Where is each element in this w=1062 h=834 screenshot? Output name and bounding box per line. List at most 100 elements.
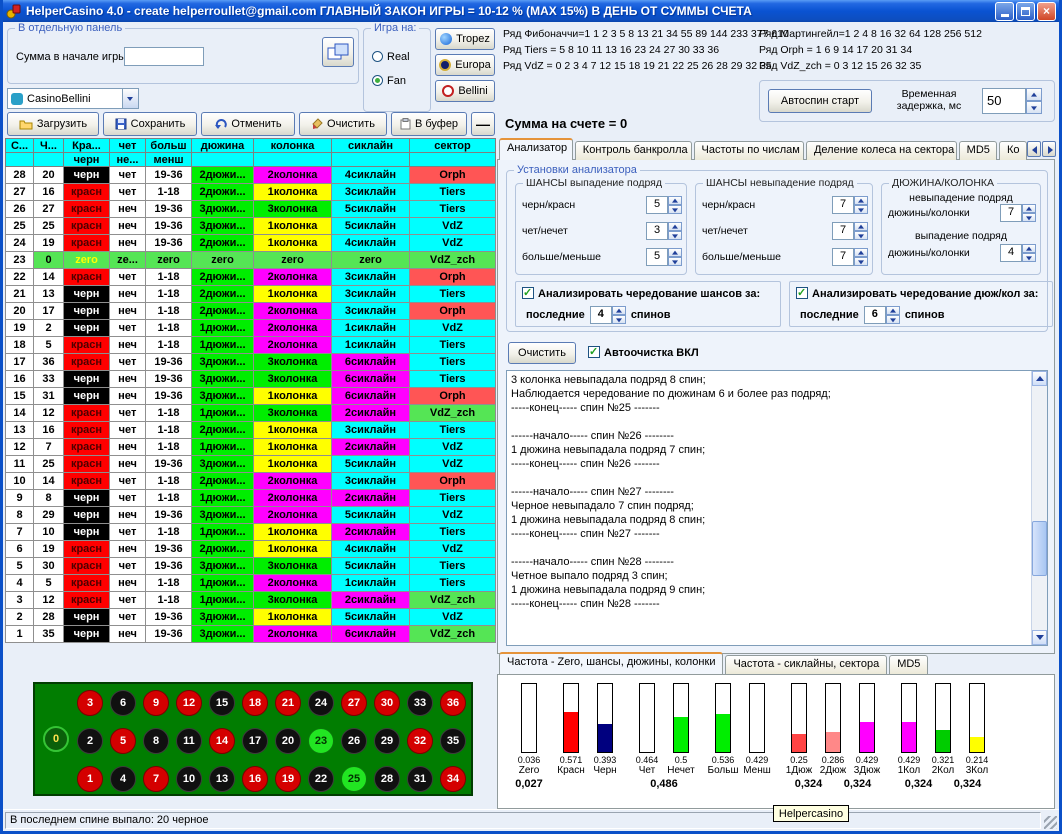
- title-bar[interactable]: HelperCasino 4.0 - create helperroullet@…: [3, 0, 1059, 22]
- delay-value[interactable]: 50: [982, 88, 1026, 114]
- spin-row[interactable]: 2820чернчет19-362дюжи...2колонка4сиклайн…: [6, 167, 496, 184]
- spin-row[interactable]: 619красннеч19-362дюжи...1колонка4сиклайн…: [6, 541, 496, 558]
- spin-row[interactable]: 192чернчет1-181дюжи...2колонка1сиклайнVd…: [6, 320, 496, 337]
- undo-button[interactable]: Отменить: [201, 112, 295, 136]
- delay-spin-up[interactable]: [1026, 88, 1042, 101]
- spin-row[interactable]: 1531черннеч19-363дюжи...1колонка6сиклайн…: [6, 388, 496, 405]
- board-number-10[interactable]: 10: [176, 766, 202, 792]
- board-number-24[interactable]: 24: [308, 690, 334, 716]
- board-number-34[interactable]: 34: [440, 766, 466, 792]
- board-number-18[interactable]: 18: [242, 690, 268, 716]
- analyzer-clear-button[interactable]: Очистить: [508, 342, 576, 364]
- board-number-17[interactable]: 17: [242, 728, 268, 754]
- board-number-35[interactable]: 35: [440, 728, 466, 754]
- board-number-27[interactable]: 27: [341, 690, 367, 716]
- scroll-thumb[interactable]: [1032, 521, 1047, 576]
- board-number-6[interactable]: 6: [110, 690, 136, 716]
- spin-row[interactable]: 1316краснчет1-182дюжи...1колонка3сиклайн…: [6, 422, 496, 439]
- board-number-14[interactable]: 14: [209, 728, 235, 754]
- board-number-33[interactable]: 33: [407, 690, 433, 716]
- freq-tab-0[interactable]: Частота - Zero, шансы, дюжины, колонки: [499, 652, 723, 674]
- log-scrollbar[interactable]: [1031, 371, 1047, 645]
- spin-row[interactable]: 2017черннеч1-182дюжи...2колонка3сиклайнO…: [6, 303, 496, 320]
- load-button[interactable]: Загрузить: [7, 112, 99, 136]
- board-number-25[interactable]: 25: [341, 766, 367, 792]
- spin-row[interactable]: 98чернчет1-181дюжи...2колонка2сиклайнTie…: [6, 490, 496, 507]
- save-button[interactable]: Сохранить: [103, 112, 197, 136]
- g2-cn-spinner[interactable]: 7: [832, 222, 868, 240]
- board-number-13[interactable]: 13: [209, 766, 235, 792]
- g2-bm-spinner[interactable]: 7: [832, 248, 868, 266]
- g1-cn-spinner[interactable]: 3: [646, 222, 682, 240]
- tab-scroll-left[interactable]: [1027, 141, 1041, 157]
- spin-row[interactable]: 2419красннеч19-362дюжи...1колонка4сиклай…: [6, 235, 496, 252]
- main-tab-0[interactable]: Анализатор: [499, 138, 573, 160]
- spin-row[interactable]: 2214краснчет1-182дюжи...2колонка3сиклайн…: [6, 269, 496, 286]
- freq-tab-2[interactable]: MD5: [889, 655, 928, 674]
- board-number-2[interactable]: 2: [77, 728, 103, 754]
- board-number-8[interactable]: 8: [143, 728, 169, 754]
- board-number-1[interactable]: 1: [77, 766, 103, 792]
- scroll-up-button[interactable]: [1032, 371, 1047, 386]
- board-number-11[interactable]: 11: [176, 728, 202, 754]
- spin-row[interactable]: 2113черннеч1-182дюжи...1колонка3сиклайнT…: [6, 286, 496, 303]
- last2-spinner[interactable]: 6: [864, 306, 900, 324]
- europa-button[interactable]: Europa: [435, 54, 495, 76]
- board-number-36[interactable]: 36: [440, 690, 466, 716]
- spin-row[interactable]: 1014краснчет1-182дюжи...2колонка3сиклайн…: [6, 473, 496, 490]
- board-number-31[interactable]: 31: [407, 766, 433, 792]
- main-tab-2[interactable]: Частоты по числам: [694, 141, 804, 160]
- delay-spinner[interactable]: 50: [982, 88, 1042, 114]
- main-tab-4[interactable]: MD5: [959, 141, 997, 160]
- board-number-21[interactable]: 21: [275, 690, 301, 716]
- board-number-30[interactable]: 30: [374, 690, 400, 716]
- spin-row[interactable]: 2716краснчет1-182дюжи...1колонка3сиклайн…: [6, 184, 496, 201]
- board-number-22[interactable]: 22: [308, 766, 334, 792]
- maximize-button[interactable]: [1016, 2, 1035, 21]
- board-number-20[interactable]: 20: [275, 728, 301, 754]
- g1-bm-spinner[interactable]: 5: [646, 248, 682, 266]
- board-number-5[interactable]: 5: [110, 728, 136, 754]
- main-tab-5[interactable]: Ко: [999, 141, 1027, 160]
- spin-row[interactable]: 530краснчет19-363дюжи...3колонка5сиклайн…: [6, 558, 496, 575]
- board-number-0[interactable]: 0: [43, 726, 69, 752]
- start-sum-input[interactable]: [124, 47, 204, 66]
- board-number-3[interactable]: 3: [77, 690, 103, 716]
- board-number-23[interactable]: 23: [308, 728, 334, 754]
- radio-fan-circle[interactable]: [372, 75, 383, 86]
- last1-spinner[interactable]: 4: [590, 306, 626, 324]
- scroll-down-button[interactable]: [1032, 630, 1047, 645]
- board-number-16[interactable]: 16: [242, 766, 268, 792]
- tab-scroll-right[interactable]: [1042, 141, 1056, 157]
- spin-row[interactable]: 710чернчет1-181дюжи...1колонка2сиклайнTi…: [6, 524, 496, 541]
- clear-button[interactable]: Очистить: [299, 112, 387, 136]
- board-number-26[interactable]: 26: [341, 728, 367, 754]
- spin-row[interactable]: 1736краснчет19-363дюжи...3колонка6сиклай…: [6, 354, 496, 371]
- radio-real[interactable]: Real: [372, 51, 410, 63]
- board-number-28[interactable]: 28: [374, 766, 400, 792]
- radio-fan[interactable]: Fan: [372, 75, 406, 87]
- board-number-7[interactable]: 7: [143, 766, 169, 792]
- g3-miss-spinner[interactable]: 7: [1000, 204, 1036, 222]
- spin-row[interactable]: 1412краснчет1-181дюжи...3колонка2сиклайн…: [6, 405, 496, 422]
- analyze-chances-checkbox[interactable]: [522, 287, 534, 299]
- resize-grip[interactable]: [1044, 816, 1057, 829]
- collapse-button[interactable]: —: [471, 112, 495, 136]
- spin-row[interactable]: 1633черннеч19-363дюжи...3колонка6сиклайн…: [6, 371, 496, 388]
- minimize-button[interactable]: [995, 2, 1014, 21]
- board-number-32[interactable]: 32: [407, 728, 433, 754]
- detach-panel-button[interactable]: [322, 37, 354, 67]
- spin-row[interactable]: 45красннеч1-181дюжи...2колонка1сиклайнTi…: [6, 575, 496, 592]
- board-number-15[interactable]: 15: [209, 690, 235, 716]
- spin-row[interactable]: 127красннеч1-181дюжи...1колонка2сиклайнV…: [6, 439, 496, 456]
- main-tab-3[interactable]: Деление колеса на сектора: [806, 141, 957, 160]
- main-tab-1[interactable]: Контроль банкролла: [575, 141, 692, 160]
- spin-row[interactable]: 312краснчет1-181дюжи...3колонка2сиклайнV…: [6, 592, 496, 609]
- spin-row[interactable]: 1125красннеч19-363дюжи...1колонка5сиклай…: [6, 456, 496, 473]
- board-number-9[interactable]: 9: [143, 690, 169, 716]
- close-button[interactable]: ×: [1037, 2, 1056, 21]
- combo-dropdown-button[interactable]: [122, 89, 138, 108]
- g3-hit-spinner[interactable]: 4: [1000, 244, 1036, 262]
- autospin-start-button[interactable]: Автоспин старт: [768, 89, 872, 113]
- radio-real-circle[interactable]: [372, 51, 383, 62]
